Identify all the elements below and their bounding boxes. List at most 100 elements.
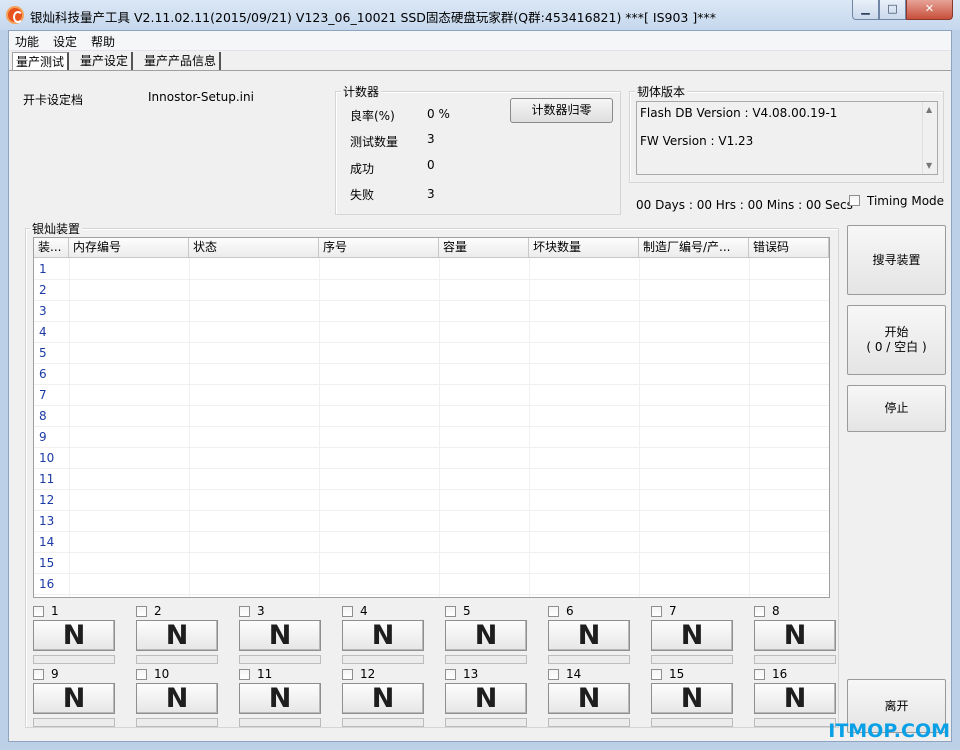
- row-number: 7: [39, 388, 47, 402]
- row-number: 16: [39, 577, 55, 591]
- table-row[interactable]: 11: [34, 469, 829, 490]
- port-checkbox[interactable]: [445, 606, 456, 617]
- port-checkbox[interactable]: [136, 669, 147, 680]
- close-button[interactable]: ✕: [906, 0, 953, 20]
- table-row[interactable]: 13: [34, 511, 829, 532]
- scroll-up-icon[interactable]: ▲: [926, 105, 932, 114]
- port-number: 3: [257, 604, 265, 618]
- timing-mode-checkbox[interactable]: [849, 195, 860, 206]
- table-row[interactable]: 16: [34, 574, 829, 595]
- port-progress-bar: [136, 655, 218, 664]
- port-checkbox[interactable]: [548, 606, 559, 617]
- port-number: 10: [154, 667, 170, 681]
- col-memory-id[interactable]: 内存编号: [69, 238, 189, 258]
- port-checkbox[interactable]: [754, 606, 765, 617]
- row-number: 6: [39, 367, 47, 381]
- table-row[interactable]: 7: [34, 385, 829, 406]
- tab-production-test[interactable]: 量产测试: [12, 52, 70, 71]
- port-number: 2: [154, 604, 162, 618]
- table-row[interactable]: 6: [34, 364, 829, 385]
- col-bad-blocks[interactable]: 坏块数量: [529, 238, 639, 258]
- firmware-scrollbar[interactable]: ▲ ▼: [922, 102, 937, 174]
- table-row[interactable]: 12: [34, 490, 829, 511]
- tab-production-settings[interactable]: 量产设定: [77, 52, 134, 71]
- port-progress-bar: [445, 718, 527, 727]
- port-progress-bar: [33, 655, 115, 664]
- port-number: 7: [669, 604, 677, 618]
- scan-devices-button[interactable]: 搜寻装置: [847, 225, 946, 295]
- row-number: 5: [39, 346, 47, 360]
- table-row[interactable]: 5: [34, 343, 829, 364]
- port-checkbox[interactable]: [239, 606, 250, 617]
- port-checkbox[interactable]: [651, 606, 662, 617]
- port-status: N: [445, 620, 527, 651]
- port-progress-bar: [33, 718, 115, 727]
- port-checkbox[interactable]: [33, 606, 44, 617]
- port-checkbox[interactable]: [342, 606, 353, 617]
- port-checkbox[interactable]: [239, 669, 250, 680]
- device-table[interactable]: 装... 内存编号 状态 序号 容量 坏块数量 制造厂编号/产... 错误码 1…: [33, 237, 830, 598]
- port-number: 4: [360, 604, 368, 618]
- row-number: 4: [39, 325, 47, 339]
- menu-help[interactable]: 帮助: [91, 33, 115, 50]
- minimize-button[interactable]: ▁: [852, 0, 879, 20]
- port-status: N: [754, 620, 836, 651]
- table-row[interactable]: 1: [34, 259, 829, 280]
- settings-file-value: Innostor-Setup.ini: [148, 90, 254, 104]
- port-progress-bar: [239, 718, 321, 727]
- watermark: ITMOP.COM: [828, 720, 950, 742]
- row-number: 13: [39, 514, 55, 528]
- port-progress-bar: [342, 718, 424, 727]
- menu-settings[interactable]: 设定: [53, 33, 77, 50]
- col-error-code[interactable]: 错误码: [749, 238, 829, 258]
- col-capacity[interactable]: 容量: [439, 238, 529, 258]
- col-vendor[interactable]: 制造厂编号/产...: [639, 238, 749, 258]
- row-number: 1: [39, 262, 47, 276]
- port-checkbox[interactable]: [342, 669, 353, 680]
- port-progress-bar: [754, 718, 836, 727]
- table-row[interactable]: 9: [34, 427, 829, 448]
- port-checkbox[interactable]: [754, 669, 765, 680]
- scroll-down-icon[interactable]: ▼: [926, 161, 932, 170]
- start-status: ( 0 / 空白 ): [866, 340, 927, 354]
- row-number: 12: [39, 493, 55, 507]
- port-status: N: [548, 620, 630, 651]
- table-row[interactable]: 15: [34, 553, 829, 574]
- firmware-textbox[interactable]: Flash DB Version : V4.08.00.19-1 FW Vers…: [636, 101, 938, 175]
- menu-function[interactable]: 功能: [15, 33, 39, 50]
- port-checkbox[interactable]: [33, 669, 44, 680]
- tab-product-info[interactable]: 量产产品信息: [141, 52, 222, 71]
- port-checkbox[interactable]: [548, 669, 559, 680]
- col-serial[interactable]: 序号: [319, 238, 439, 258]
- port-progress-bar: [651, 718, 733, 727]
- port-checkbox[interactable]: [136, 606, 147, 617]
- maximize-button[interactable]: □: [879, 0, 906, 20]
- settings-file-label: 开卡设定档: [23, 93, 84, 107]
- stop-label: 停止: [884, 401, 909, 415]
- row-number: 15: [39, 556, 55, 570]
- title-bar[interactable]: 银灿科技量产工具 V2.11.02.11(2015/09/21) V123_06…: [0, 0, 960, 30]
- col-device[interactable]: 装...: [34, 238, 69, 258]
- client-area: 功能 设定 帮助 量产测试 量产设定 量产产品信息 开卡设定档 Innostor…: [8, 30, 952, 742]
- table-row[interactable]: 14: [34, 532, 829, 553]
- port-checkbox[interactable]: [445, 669, 456, 680]
- table-row[interactable]: 4: [34, 322, 829, 343]
- table-row[interactable]: 10: [34, 448, 829, 469]
- reset-counter-button[interactable]: 计数器归零: [510, 98, 613, 123]
- port-checkbox[interactable]: [651, 669, 662, 680]
- table-row[interactable]: 8: [34, 406, 829, 427]
- col-status[interactable]: 状态: [189, 238, 319, 258]
- test-count-value: 3: [427, 132, 435, 146]
- port-progress-bar: [342, 655, 424, 664]
- test-count-label: 测试数量: [350, 135, 399, 149]
- port-status: N: [342, 683, 424, 714]
- grid-line: [829, 258, 830, 598]
- port-progress-bar: [445, 655, 527, 664]
- table-row[interactable]: 2: [34, 280, 829, 301]
- app-icon: [6, 6, 24, 24]
- port-status: N: [445, 683, 527, 714]
- stop-button[interactable]: 停止: [847, 385, 946, 432]
- port-status: N: [754, 683, 836, 714]
- start-button[interactable]: 开始 ( 0 / 空白 ): [847, 305, 946, 375]
- table-row[interactable]: 3: [34, 301, 829, 322]
